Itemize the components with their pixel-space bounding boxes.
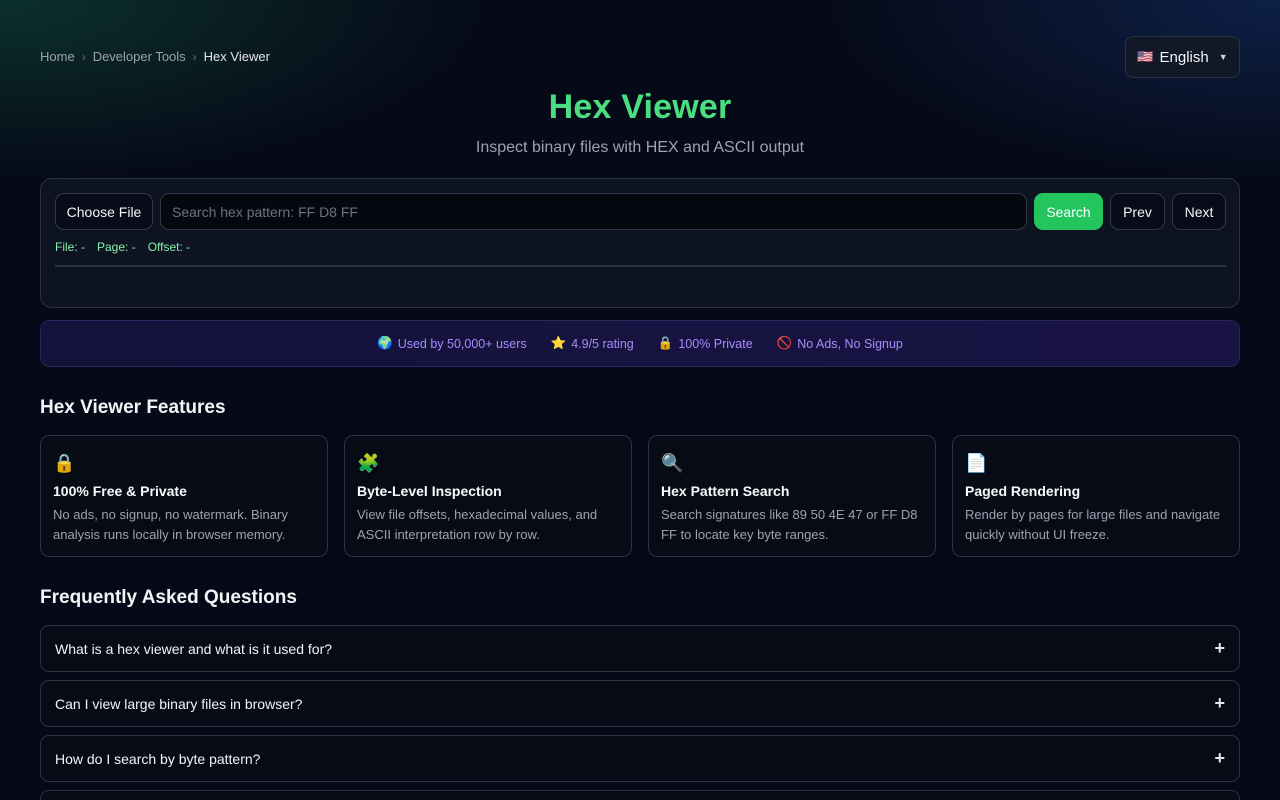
file-status: File: - Page: - Offset: - bbox=[55, 240, 190, 254]
feature-card-description: No ads, no signup, no watermark. Binary … bbox=[53, 507, 288, 542]
lock-icon: 🔒 bbox=[53, 453, 76, 473]
prev-button[interactable]: Prev bbox=[1110, 193, 1165, 230]
trust-item-label: Used by 50,000+ users bbox=[397, 336, 527, 351]
trust-item-label: No Ads, No Signup bbox=[797, 336, 903, 351]
prohibited-icon: 🚫 bbox=[776, 336, 793, 350]
breadcrumb-current: Hex Viewer bbox=[203, 49, 270, 64]
feature-card-byte-inspection: 🧩 Byte-Level Inspection View file offset… bbox=[344, 435, 632, 557]
feature-card-title: Byte-Level Inspection bbox=[357, 483, 502, 499]
feature-card-pattern-search: 🔍 Hex Pattern Search Search signatures l… bbox=[648, 435, 936, 557]
magnifier-icon: 🔍 bbox=[661, 453, 684, 473]
faq-question: Can I view large binary files in browser… bbox=[55, 695, 303, 712]
features-heading: Hex Viewer Features bbox=[40, 397, 226, 418]
feature-card-paged-rendering: 📄 Paged Rendering Render by pages for la… bbox=[952, 435, 1240, 557]
faq-item[interactable]: Can I view large binary files in browser… bbox=[40, 680, 1240, 727]
puzzle-icon: 🧩 bbox=[357, 453, 380, 473]
search-button[interactable]: Search bbox=[1034, 193, 1103, 230]
document-icon: 📄 bbox=[965, 453, 988, 473]
trust-item-no-ads: 🚫 No Ads, No Signup bbox=[777, 336, 903, 351]
panel-divider bbox=[55, 265, 1226, 267]
plus-icon[interactable]: + bbox=[1214, 693, 1225, 714]
feature-card-title: 100% Free & Private bbox=[53, 483, 187, 499]
file-status-offset: Offset: - bbox=[147, 240, 191, 254]
faq-item[interactable]: What is a hex viewer and what is it used… bbox=[40, 625, 1240, 672]
breadcrumb-developer-tools-link[interactable]: Developer Tools bbox=[93, 49, 186, 64]
trust-item-label: 4.9/5 rating bbox=[571, 336, 634, 351]
breadcrumb: Home › Developer Tools › Hex Viewer bbox=[40, 49, 270, 64]
hex-search-input[interactable] bbox=[160, 193, 1027, 230]
trust-banner: 🌍 Used by 50,000+ users ⭐ 4.9/5 rating 🔒… bbox=[40, 320, 1240, 367]
breadcrumb-separator: › bbox=[192, 49, 197, 64]
next-button[interactable]: Next bbox=[1172, 193, 1226, 230]
breadcrumb-home-link[interactable]: Home bbox=[40, 49, 75, 64]
faq-question: How do I search by byte pattern? bbox=[55, 750, 261, 767]
caret-down-icon: ▼ bbox=[1218, 52, 1228, 62]
trust-item-private: 🔒 100% Private bbox=[658, 336, 753, 351]
breadcrumb-separator: › bbox=[81, 49, 86, 64]
choose-file-button[interactable]: Choose File bbox=[55, 193, 153, 230]
trust-item-users: 🌍 Used by 50,000+ users bbox=[377, 336, 526, 351]
viewer-panel: Choose File Search Prev Next File: - Pag… bbox=[40, 178, 1240, 308]
language-label: English bbox=[1159, 48, 1209, 66]
feature-card-description: View file offsets, hexadecimal values, a… bbox=[357, 507, 598, 542]
lock-icon: 🔒 bbox=[657, 336, 674, 350]
feature-card-description: Search signatures like 89 50 4E 47 or FF… bbox=[661, 507, 918, 542]
page-subtitle: Inspect binary files with HEX and ASCII … bbox=[475, 139, 805, 156]
faq-heading: Frequently Asked Questions bbox=[40, 587, 297, 608]
faq-item[interactable]: How do I search by byte pattern? + bbox=[40, 735, 1240, 782]
star-icon: ⭐ bbox=[550, 336, 567, 350]
globe-icon: 🌍 bbox=[377, 336, 393, 350]
trust-item-rating: ⭐ 4.9/5 rating bbox=[551, 336, 634, 351]
plus-icon[interactable]: + bbox=[1214, 638, 1225, 659]
trust-item-label: 100% Private bbox=[678, 336, 753, 351]
faq-question: What is a hex viewer and what is it used… bbox=[55, 640, 333, 657]
feature-card-description: Render by pages for large files and navi… bbox=[965, 507, 1221, 542]
feature-card-title: Paged Rendering bbox=[965, 483, 1081, 499]
feature-card-free-private: 🔒 100% Free & Private No ads, no signup,… bbox=[40, 435, 328, 557]
file-status-page: Page: - bbox=[97, 240, 136, 254]
file-status-file: File: - bbox=[55, 240, 85, 254]
faq-item[interactable] bbox=[40, 790, 1240, 800]
plus-icon[interactable]: + bbox=[1214, 748, 1225, 769]
us-flag-icon: 🇺🇸 bbox=[1137, 49, 1154, 64]
page-title: Hex Viewer bbox=[548, 88, 732, 126]
feature-card-title: Hex Pattern Search bbox=[661, 483, 790, 499]
language-selector[interactable]: 🇺🇸 English ▼ bbox=[1125, 36, 1240, 78]
